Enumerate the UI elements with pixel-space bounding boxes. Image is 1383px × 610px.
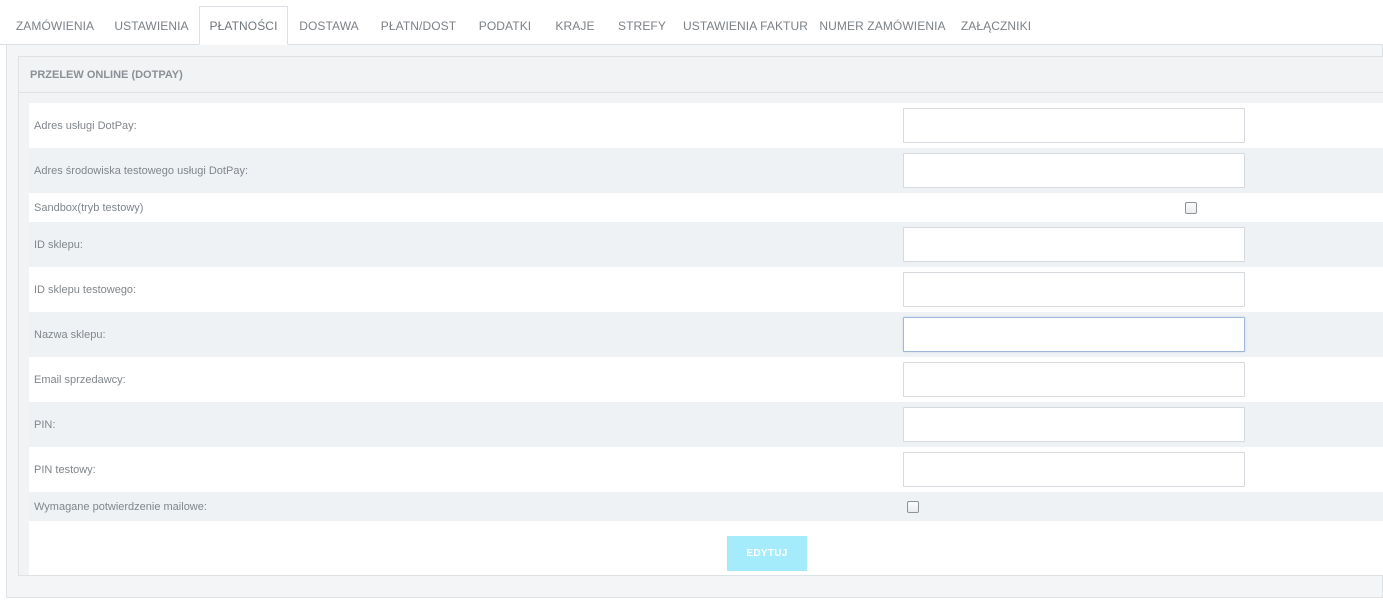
form-row: Adres usługi DotPay: (29, 103, 1383, 148)
tab-bar: ZAMÓWIENIA USTAWIENIA PŁATNOŚCI DOSTAWA … (0, 0, 1383, 45)
field-label-test-shop-id: ID sklepu testowego: (34, 283, 137, 296)
shop-id-input[interactable] (903, 227, 1245, 262)
form-row: ID sklepu testowego: (29, 267, 1383, 312)
sandbox-checkbox[interactable] (1185, 201, 1197, 214)
field-label-pin: PIN: (34, 418, 56, 431)
test-shop-id-input[interactable] (903, 272, 1245, 307)
pin-input[interactable] (903, 407, 1245, 442)
panel-title: PRZELEW ONLINE (DOTPAY) (19, 57, 1383, 93)
field-label-service-address: Adres usługi DotPay: (34, 119, 137, 132)
email-confirmation-checkbox[interactable] (907, 500, 919, 513)
tab-dostawa[interactable]: DOSTAWA (288, 6, 370, 45)
field-label-test-pin: PIN testowy: (34, 463, 96, 476)
field-label-seller-email: Email sprzedawcy: (34, 373, 126, 386)
form-row: Email sprzedawcy: (29, 357, 1383, 402)
tab-zamowienia[interactable]: ZAMÓWIENIA (6, 6, 104, 45)
shop-name-input[interactable] (903, 317, 1245, 352)
service-address-input[interactable] (903, 108, 1245, 143)
form-row: Adres środowiska testowego usługi DotPay… (29, 148, 1383, 193)
form-row: ID sklepu: (29, 222, 1383, 267)
test-pin-input[interactable] (903, 452, 1245, 487)
tab-platnosci[interactable]: PŁATNOŚCI (199, 6, 288, 45)
form-row: Nazwa sklepu: (29, 312, 1383, 357)
settings-form: Adres usługi DotPay: Adres środowiska te… (29, 103, 1383, 575)
tab-ustawienia-faktur[interactable]: USTAWIENIA FAKTUR (677, 6, 814, 45)
edit-button[interactable]: EDYTUJ (727, 536, 807, 571)
tab-podatki[interactable]: PODATKI (467, 6, 543, 45)
field-label-shop-id: ID sklepu: (34, 238, 83, 251)
tab-zalaczniki[interactable]: ZAŁĄCZNIKI (951, 6, 1041, 45)
tab-ustawienia[interactable]: USTAWIENIA (104, 6, 199, 45)
form-row: Sandbox(tryb testowy) (29, 193, 1383, 222)
field-label-sandbox: Sandbox(tryb testowy) (34, 201, 144, 214)
field-label-test-service-address: Adres środowiska testowego usługi DotPay… (34, 164, 248, 177)
field-label-shop-name: Nazwa sklepu: (34, 328, 106, 341)
tab-content: PRZELEW ONLINE (DOTPAY) Adres usługi Dot… (6, 45, 1383, 598)
payment-method-panel: PRZELEW ONLINE (DOTPAY) Adres usługi Dot… (18, 56, 1383, 576)
form-row: Wymagane potwierdzenie mailowe: (29, 492, 1383, 521)
tab-strefy[interactable]: STREFY (607, 6, 677, 45)
form-actions: EDYTUJ (29, 521, 1383, 575)
tab-kraje[interactable]: KRAJE (543, 6, 607, 45)
seller-email-input[interactable] (903, 362, 1245, 397)
form-row: PIN testowy: (29, 447, 1383, 492)
field-label-email-confirmation: Wymagane potwierdzenie mailowe: (34, 500, 207, 513)
tab-numer-zamowienia[interactable]: NUMER ZAMÓWIENIA (814, 6, 951, 45)
test-service-address-input[interactable] (903, 153, 1245, 188)
tab-platn-dost[interactable]: PŁATN/DOST (370, 6, 467, 45)
form-row: PIN: (29, 402, 1383, 447)
